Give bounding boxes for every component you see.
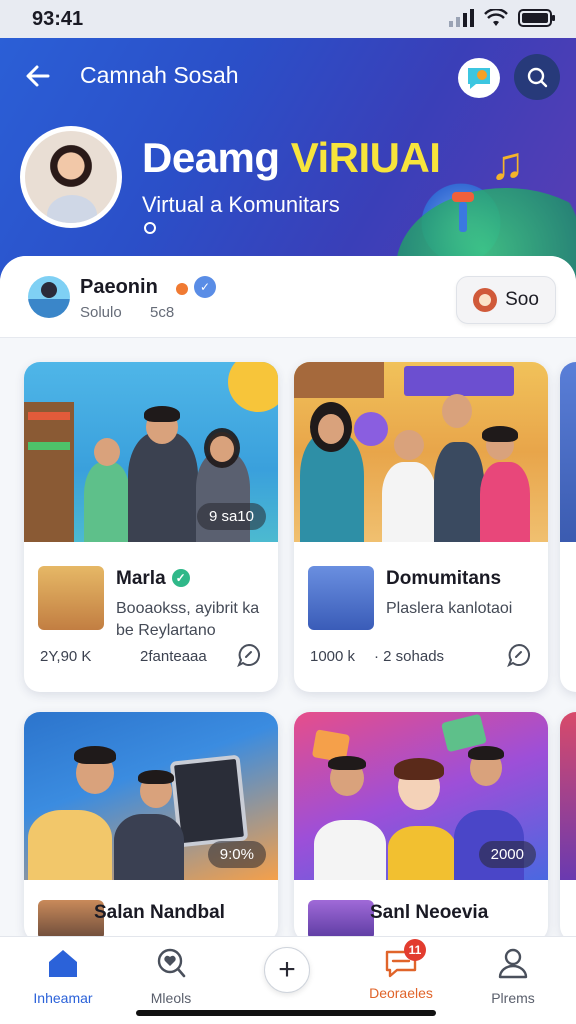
status-time: 93:41 (32, 8, 84, 30)
community-card[interactable]: 9:0% Salan Nandbal (24, 712, 278, 936)
face-icon (473, 288, 498, 312)
card-thumbnail (308, 900, 374, 936)
card-members: 2Y,90 K (40, 648, 92, 665)
hero-title-main: Deamg (142, 134, 291, 181)
avatar[interactable] (28, 276, 70, 318)
card-image: 9:0% (24, 712, 278, 880)
card-title: Marla ✓ (116, 568, 190, 590)
card-body: Marla ✓ Booaokss, ayibrit ka be Reylartan… (24, 542, 278, 690)
card-thumbnail (308, 566, 374, 630)
page-title: Camnah Sosah (80, 62, 239, 88)
back-arrow-icon[interactable] (22, 60, 54, 92)
community-card-peek[interactable] (560, 362, 576, 692)
tab-profile[interactable]: Plrems (458, 947, 568, 1006)
pagination-dot (144, 222, 156, 234)
tab-label: Mleols (150, 990, 192, 1006)
follow-label: Soo (505, 289, 539, 310)
signal-icon (449, 9, 474, 27)
heart-search-icon (157, 948, 186, 978)
tab-label: Deoraeles (369, 985, 433, 1001)
tab-messages[interactable]: 11 Deoraeles (346, 939, 456, 1001)
card-body: Salan Nandbal (24, 880, 278, 936)
avatar[interactable] (20, 126, 122, 228)
view-count-badge: 9 sa10 (196, 503, 266, 530)
notification-badge: 11 (404, 939, 426, 961)
profile-stat-label: Solulo (80, 304, 122, 321)
follow-button[interactable]: Soo (456, 276, 556, 324)
hero-title-accent: ViRIUAI (290, 134, 441, 181)
status-dot (176, 283, 188, 295)
music-note-icon: ♫ (490, 137, 525, 189)
card-image: 9 sa10 (24, 362, 278, 542)
comment-icon[interactable] (236, 642, 262, 668)
home-indicator (136, 1010, 436, 1016)
profile-row: Paeonin ✓ Solulo 5c8 Soo (0, 256, 576, 338)
card-image (294, 362, 548, 542)
content-sheet: Paeonin ✓ Solulo 5c8 Soo 9 sa10 Marla ✓ … (0, 256, 576, 936)
search-icon (527, 67, 548, 88)
wifi-icon (484, 9, 508, 26)
person-icon (498, 948, 528, 979)
community-card-peek[interactable] (560, 712, 576, 936)
message-icon-wrap: 11 (384, 939, 426, 979)
card-activity: · 2 sohads (374, 648, 445, 665)
card-title-text: Marla (116, 568, 166, 589)
card-title: Domumitans (386, 568, 502, 589)
card-body: Domumitans Plaslera kanlotaoi 1000 k · 2… (294, 542, 548, 690)
status-icons (448, 9, 556, 27)
card-image: 2000 (294, 712, 548, 880)
home-icon (49, 950, 77, 977)
profile-name[interactable]: Paeonin (80, 276, 158, 299)
status-bar: 93:41 (0, 0, 576, 38)
tab-label: Plrems (491, 990, 535, 1006)
comment-icon[interactable] (506, 642, 532, 668)
community-card[interactable]: 9 sa10 Marla ✓ Booaokss, ayibrit ka be Re… (24, 362, 278, 692)
card-description: Booaokss, ayibrit ka be Reylartano (116, 600, 260, 639)
profile-stat-value: 5c8 (150, 304, 175, 321)
card-members: 1000 k (310, 648, 356, 665)
plus-icon: + (278, 953, 296, 986)
hero-title: Deamg ViRIUAI (142, 134, 441, 182)
verified-icon: ✓ (194, 276, 216, 298)
community-card[interactable]: Domumitans Plaslera kanlotaoi 1000 k · 2… (294, 362, 548, 692)
add-button[interactable]: + (264, 947, 310, 993)
card-description: Plaslera kanlotaoi (386, 600, 513, 617)
community-card[interactable]: 2000 Sanl Neoevia (294, 712, 548, 936)
card-title: Sanl Neoevia (370, 902, 489, 923)
chat-bubble-icon (468, 68, 490, 89)
chat-button[interactable] (458, 58, 500, 98)
view-count-badge: 9:0% (207, 841, 266, 868)
card-title: Salan Nandbal (94, 902, 225, 923)
card-activity: 2fanteaaa (140, 648, 207, 665)
battery-icon (518, 9, 555, 27)
check-icon: ✓ (171, 569, 190, 587)
hero-subtitle: Virtual a Komunitars (142, 192, 340, 217)
hero-banner: Camnah Sosah Deamg ViRIUAI Virtual a Kom… (0, 38, 576, 288)
tab-friends[interactable]: Mleols (116, 947, 226, 1006)
card-body: Sanl Neoevia (294, 880, 548, 936)
card-thumbnail (38, 566, 104, 630)
tab-home[interactable]: Inheamar (8, 947, 118, 1006)
paintbrush-icon (452, 192, 474, 232)
tab-label: Inheamar (33, 990, 93, 1006)
search-button[interactable] (514, 54, 560, 100)
view-count-badge: 2000 (478, 841, 536, 868)
